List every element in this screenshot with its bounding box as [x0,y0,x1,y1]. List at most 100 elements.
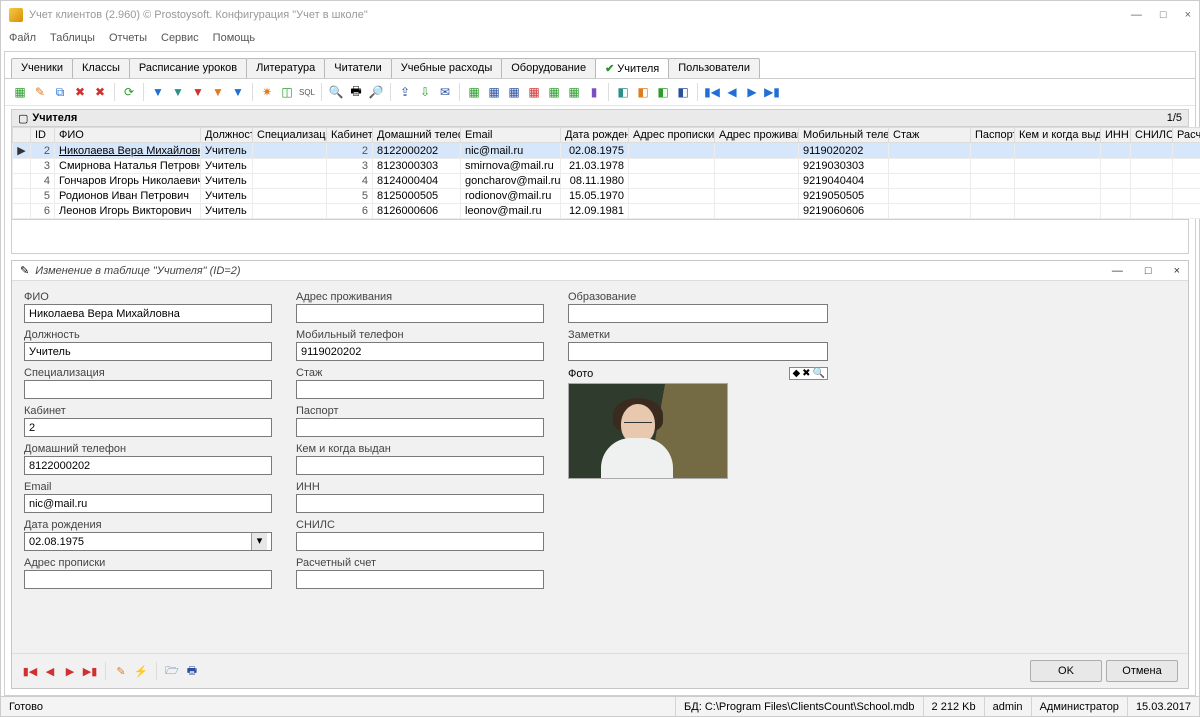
photo-preview[interactable] [568,383,728,479]
grid-collapse-icon[interactable]: ▢ [18,112,28,125]
col-header[interactable]: Специализация [253,128,327,143]
tb-h1-icon[interactable]: ◧ [614,83,632,101]
minimize-button[interactable]: — [1131,9,1142,21]
tab-2[interactable]: Расписание уроков [129,58,247,78]
table-row[interactable]: ▶2Николаева Вера МихайловнаУчитель281220… [13,143,1200,159]
nav-first-icon[interactable]: ▮◀ [703,83,721,101]
find-icon[interactable]: 🔍 [327,83,345,101]
sql-icon[interactable]: SQL [298,83,316,101]
date-combo[interactable]: 02.08.1975▾ [24,532,272,551]
menu-file[interactable]: Файл [9,32,36,44]
photo-zoom-icon[interactable]: 🔍 [813,368,825,379]
col-header[interactable]: Дата рождения [561,128,629,143]
delete-icon[interactable]: ✖ [71,83,89,101]
rec-prev-icon[interactable]: ◀ [42,663,58,679]
col-header[interactable]: Адрес прописки [629,128,715,143]
table-row[interactable]: 4Гончаров Игорь НиколаевичУчитель4812400… [13,174,1200,189]
col-header[interactable]: Адрес проживания [715,128,799,143]
tab-4[interactable]: Читатели [324,58,392,78]
tab-0[interactable]: Ученики [11,58,73,78]
panel-close-button[interactable]: × [1174,265,1180,277]
tab-7[interactable]: ✔Учителя [595,58,669,78]
tb-h2-icon[interactable]: ◧ [634,83,652,101]
edit-record-icon[interactable]: ✎ [31,83,49,101]
col-header[interactable]: Кем и когда выдан [1015,128,1101,143]
text-field[interactable] [296,418,544,437]
rec-next-icon[interactable]: ▶ [62,663,78,679]
print-icon[interactable]: 🖶 [347,83,365,101]
tab-8[interactable]: Пользователи [668,58,760,78]
delete-all-icon[interactable]: ✖ [91,83,109,101]
panel-minimize-button[interactable]: — [1112,265,1123,277]
text-field[interactable] [24,418,272,437]
text-field[interactable] [296,456,544,475]
text-field[interactable] [296,380,544,399]
table-row[interactable]: 3Смирнова Наталья ПетровнаУчитель3812300… [13,159,1200,174]
text-field[interactable] [296,342,544,361]
nav-prev-icon[interactable]: ◀ [723,83,741,101]
photo-add-icon[interactable]: ◆ [792,368,800,379]
mail-icon[interactable]: ✉ [436,83,454,101]
col-header[interactable]: ИНН [1101,128,1131,143]
cancel-button[interactable]: Отмена [1106,660,1178,682]
rec-last-icon[interactable]: ▶▮ [82,663,98,679]
rec-tool3-icon[interactable]: 🗁 [164,663,180,679]
text-field[interactable] [568,304,828,323]
view-icon[interactable]: ◫ [278,83,296,101]
tab-3[interactable]: Литература [246,58,325,78]
panel-maximize-button[interactable]: □ [1145,265,1152,277]
ok-button[interactable]: OK [1030,660,1102,682]
data-grid[interactable]: IDФИОДолжностьСпециализацияКабинетДомашн… [11,127,1189,220]
rec-tool4-icon[interactable]: 🖶 [184,663,200,679]
text-field[interactable] [296,532,544,551]
col-header[interactable]: Домашний телефон [373,128,461,143]
col-header[interactable] [13,128,31,143]
nav-last-icon[interactable]: ▶▮ [763,83,781,101]
text-field[interactable] [296,304,544,323]
tab-6[interactable]: Оборудование [501,58,596,78]
col-header[interactable]: Кабинет [327,128,373,143]
import-icon[interactable]: ⇩ [416,83,434,101]
col-header[interactable]: ФИО [55,128,201,143]
filter4-icon[interactable]: ▼ [229,83,247,101]
menu-reports[interactable]: Отчеты [109,32,147,44]
copy-icon[interactable]: ⧉ [51,83,69,101]
col-header[interactable]: СНИЛС [1131,128,1173,143]
rec-tool1-icon[interactable]: ✎ [113,663,129,679]
text-field[interactable] [24,456,272,475]
text-field[interactable] [24,380,272,399]
table-row[interactable]: 6Леонов Игорь ВикторовичУчитель681260006… [13,204,1200,219]
text-field[interactable] [24,304,272,323]
col-header[interactable]: Email [461,128,561,143]
text-field[interactable] [24,570,272,589]
nav-next-icon[interactable]: ▶ [743,83,761,101]
col-header[interactable]: Должность [201,128,253,143]
filter3-icon[interactable]: ▼ [209,83,227,101]
photo-del-icon[interactable]: ✖ [802,368,810,379]
dropdown-icon[interactable]: ▾ [251,533,267,550]
refresh-icon[interactable]: ⟳ [120,83,138,101]
preview-icon[interactable]: 🔎 [367,83,385,101]
text-field[interactable] [296,570,544,589]
settings-icon[interactable]: ✷ [258,83,276,101]
close-button[interactable]: × [1185,9,1191,21]
filter2-icon[interactable]: ▼ [169,83,187,101]
tab-5[interactable]: Учебные расходы [391,58,502,78]
menu-service[interactable]: Сервис [161,32,199,44]
rec-tool2-icon[interactable]: ⚡ [133,663,149,679]
export-icon[interactable]: ⇪ [396,83,414,101]
tb-g6-icon[interactable]: ▦ [565,83,583,101]
table-row[interactable]: 5Родионов Иван ПетровичУчитель5812500050… [13,189,1200,204]
col-header[interactable]: Мобильный телефон [799,128,889,143]
col-header[interactable]: Паспорт [971,128,1015,143]
tab-1[interactable]: Классы [72,58,130,78]
menu-tables[interactable]: Таблицы [50,32,95,44]
col-header[interactable]: Стаж [889,128,971,143]
text-field[interactable] [296,494,544,513]
col-header[interactable]: ID [31,128,55,143]
text-field[interactable] [24,494,272,513]
chart-icon[interactable]: ▮ [585,83,603,101]
tb-g1-icon[interactable]: ▦ [465,83,483,101]
filter-clear-icon[interactable]: ▼ [189,83,207,101]
tb-h4-icon[interactable]: ◧ [674,83,692,101]
